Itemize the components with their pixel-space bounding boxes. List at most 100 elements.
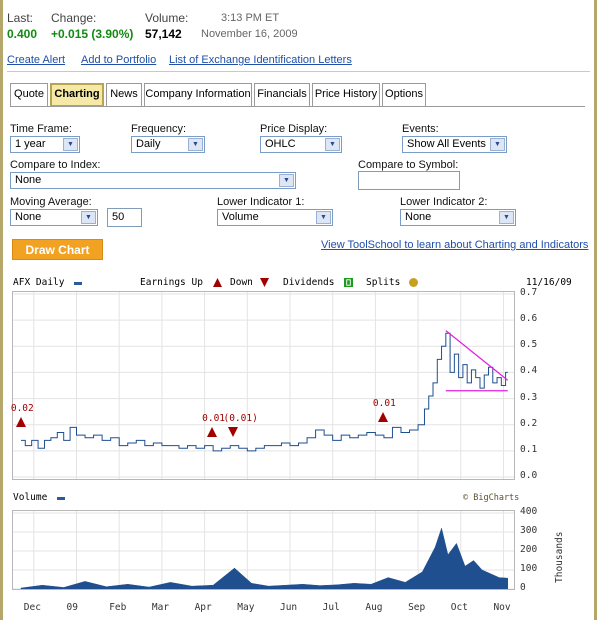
lower-indicator-2-select[interactable]: None ▼ bbox=[400, 209, 516, 226]
chart-symbol-label: AFX Daily bbox=[13, 277, 65, 288]
price-axis-tick: 0.3 bbox=[520, 391, 538, 403]
left-border bbox=[0, 0, 3, 620]
chevron-down-icon: ▼ bbox=[316, 211, 331, 224]
draw-chart-button[interactable]: Draw Chart bbox=[12, 239, 103, 260]
volume-axis-tick: 300 bbox=[520, 525, 538, 536]
event-label: (0.01) bbox=[223, 413, 258, 425]
price-axis-tick: 0.5 bbox=[520, 339, 538, 351]
price-axis-tick: 0.0 bbox=[520, 470, 538, 481]
timeframe-select-value: 1 year bbox=[15, 138, 46, 150]
price-display-select[interactable]: OHLC ▼ bbox=[260, 136, 342, 153]
moving-average-period-input[interactable]: 50 bbox=[107, 208, 142, 227]
tab-news[interactable]: News bbox=[106, 83, 142, 107]
tab-financials[interactable]: Financials bbox=[254, 83, 310, 107]
chevron-down-icon: ▼ bbox=[490, 138, 505, 151]
splits-legend: Splits bbox=[366, 277, 401, 288]
quote-date: November 16, 2009 bbox=[201, 28, 298, 40]
toolschool-link[interactable]: View ToolSchool to learn about Charting … bbox=[321, 239, 588, 251]
volume-unit-label: Thousands bbox=[554, 531, 565, 583]
triangle-up-icon[interactable] bbox=[15, 416, 26, 427]
events-select[interactable]: Show All Events ▼ bbox=[402, 136, 507, 153]
frequency-select-value: Daily bbox=[136, 138, 161, 150]
price-chart-panel bbox=[12, 291, 515, 480]
price-display-select-value: OHLC bbox=[265, 138, 296, 150]
lower-indicator-2-label: Lower Indicator 2: bbox=[400, 196, 488, 208]
tab-charting[interactable]: Charting bbox=[50, 83, 104, 107]
split-icon bbox=[409, 278, 418, 287]
tab-options[interactable]: Options bbox=[382, 83, 426, 107]
events-label: Events: bbox=[402, 123, 439, 135]
compare-index-label: Compare to Index: bbox=[10, 159, 101, 171]
frequency-label: Frequency: bbox=[131, 123, 187, 135]
x-axis-tick: 09 bbox=[66, 602, 78, 613]
chevron-down-icon: ▼ bbox=[325, 138, 340, 151]
event-label: 0.01 bbox=[202, 413, 226, 425]
volume-axis-tick: 0 bbox=[520, 582, 526, 593]
tab-bar: Quote Charting News Company Information … bbox=[10, 83, 430, 107]
lower-indicator-1-select[interactable]: Volume ▼ bbox=[217, 209, 333, 226]
quote-time: 3:13 PM ET bbox=[221, 12, 280, 24]
moving-average-label: Moving Average: bbox=[10, 196, 92, 208]
volume-chart-panel bbox=[12, 510, 515, 590]
x-axis-tick: Jun bbox=[279, 602, 298, 613]
triangle-up-icon[interactable] bbox=[207, 427, 218, 438]
price-axis-tick: 0.6 bbox=[520, 313, 538, 325]
last-label: Last: bbox=[7, 11, 34, 25]
volume-panel-label: Volume bbox=[13, 492, 48, 503]
price-display-label: Price Display: bbox=[260, 123, 328, 135]
x-axis-tick: Feb bbox=[109, 602, 127, 613]
price-axis-tick: 0.7 bbox=[520, 287, 538, 298]
chevron-down-icon: ▼ bbox=[279, 174, 294, 187]
tab-quote[interactable]: Quote bbox=[10, 83, 48, 107]
tab-price-history[interactable]: Price History bbox=[312, 83, 380, 107]
change-value: +0.015 (3.90%) bbox=[51, 27, 134, 41]
earnings-up-legend: Earnings Up bbox=[140, 277, 203, 288]
volume-axis-tick: 200 bbox=[520, 544, 538, 555]
x-axis-tick: Dec bbox=[23, 602, 41, 613]
quote-header: Last: 0.400 Change: +0.015 (3.90%) Volum… bbox=[7, 11, 337, 43]
create-alert-link[interactable]: Create Alert bbox=[7, 54, 65, 66]
triangle-up-icon bbox=[213, 278, 222, 287]
tabs-baseline bbox=[10, 106, 585, 107]
lower-indicator-1-select-value: Volume bbox=[222, 211, 259, 223]
event-marker-shape bbox=[377, 411, 388, 422]
chevron-down-icon: ▼ bbox=[188, 138, 203, 151]
frequency-select[interactable]: Daily ▼ bbox=[131, 136, 205, 153]
triangle-up-icon[interactable] bbox=[377, 411, 388, 422]
tab-company-information[interactable]: Company Information bbox=[144, 83, 252, 107]
price-axis-tick: 0.4 bbox=[520, 365, 538, 377]
last-value: 0.400 bbox=[7, 27, 38, 41]
action-links: Create Alert Add to Portfolio List of Ex… bbox=[7, 54, 447, 68]
x-axis-tick: Sep bbox=[408, 602, 426, 613]
event-marker-shape bbox=[15, 416, 26, 427]
timeframe-select[interactable]: 1 year ▼ bbox=[10, 136, 80, 153]
compare-symbol-input[interactable] bbox=[358, 171, 460, 190]
x-axis-tick: Nov bbox=[493, 602, 511, 613]
price-legend-swatch bbox=[74, 282, 82, 285]
exchange-letters-link[interactable]: List of Exchange Identification Letters bbox=[169, 54, 352, 66]
event-marker-shape bbox=[207, 427, 218, 438]
compare-index-select[interactable]: None ▼ bbox=[10, 172, 296, 189]
dividends-legend: Dividends bbox=[283, 277, 335, 288]
event-label: 0.01 bbox=[372, 397, 396, 409]
down-legend: Down bbox=[230, 277, 253, 288]
moving-average-select[interactable]: None ▼ bbox=[10, 209, 98, 226]
x-axis-tick: Jul bbox=[322, 602, 340, 613]
event-label: 0.02 bbox=[10, 402, 34, 414]
event-marker-shape bbox=[228, 427, 239, 438]
timeframe-label: Time Frame: bbox=[10, 123, 72, 135]
chevron-down-icon: ▼ bbox=[81, 211, 96, 224]
add-to-portfolio-link[interactable]: Add to Portfolio bbox=[81, 54, 156, 66]
triangle-down-icon[interactable] bbox=[228, 427, 239, 438]
price-axis-tick: 0.2 bbox=[520, 417, 538, 429]
lower-indicator-1-label: Lower Indicator 1: bbox=[217, 196, 305, 208]
chevron-down-icon: ▼ bbox=[63, 138, 78, 151]
lower-indicator-2-select-value: None bbox=[405, 211, 432, 223]
x-axis-tick: Aug bbox=[365, 602, 383, 613]
volume-area bbox=[20, 527, 508, 590]
moving-average-select-value: None bbox=[15, 211, 42, 223]
divider bbox=[7, 71, 590, 72]
volume-value: 57,142 bbox=[145, 27, 182, 41]
x-axis-tick: Mar bbox=[151, 602, 170, 613]
volume-axis-tick: 400 bbox=[520, 506, 538, 517]
